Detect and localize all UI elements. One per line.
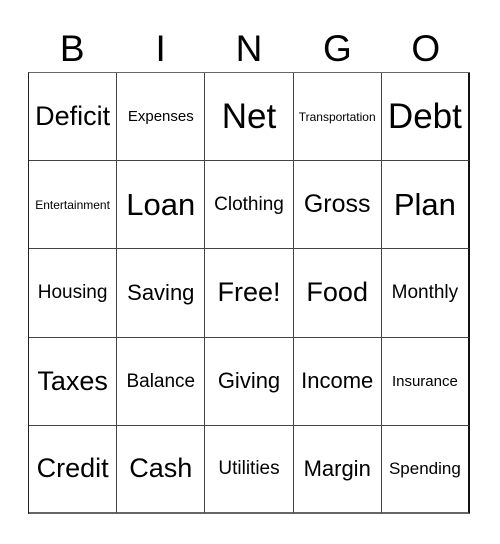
free-space-cell[interactable]: Free! (205, 249, 294, 338)
bingo-cell[interactable]: Taxes (29, 337, 118, 426)
header-letter-b: B (59, 27, 85, 69)
header-letter-o: O (411, 27, 441, 69)
bingo-cell[interactable]: Income (293, 337, 382, 426)
bingo-cell[interactable]: Entertainment (29, 161, 118, 250)
bingo-cell[interactable]: Gross (293, 161, 382, 250)
bingo-cell[interactable]: Giving (205, 337, 294, 426)
bingo-cell[interactable]: Debt (381, 73, 470, 162)
bingo-grid: Deficit Expenses Net Transportation Debt… (28, 72, 470, 514)
bingo-cell[interactable]: Plan (381, 161, 470, 250)
bingo-cell[interactable]: Balance (117, 337, 206, 426)
header-letter-i: I (155, 27, 166, 69)
bingo-cell[interactable]: Housing (29, 249, 118, 338)
bingo-cell[interactable]: Food (293, 249, 382, 338)
bingo-cell[interactable]: Utilities (205, 425, 294, 514)
bingo-cell[interactable]: Transportation (293, 73, 382, 162)
header-letter-g: G (323, 27, 352, 69)
bingo-cell[interactable]: Cash (117, 425, 206, 514)
bingo-cell[interactable]: Monthly (381, 249, 470, 338)
bingo-cell[interactable]: Deficit (29, 73, 118, 162)
bingo-cell[interactable]: Margin (293, 425, 382, 514)
bingo-cell[interactable]: Expenses (117, 73, 206, 162)
header-letter-n: N (235, 27, 263, 69)
bingo-cell[interactable]: Net (205, 73, 294, 162)
bingo-cell[interactable]: Credit (29, 425, 118, 514)
bingo-header: B I N G O (28, 24, 470, 72)
bingo-cell[interactable]: Saving (117, 249, 206, 338)
bingo-cell[interactable]: Spending (381, 425, 470, 514)
bingo-cell[interactable]: Clothing (205, 161, 294, 250)
bingo-cell[interactable]: Insurance (381, 337, 470, 426)
bingo-cell[interactable]: Loan (117, 161, 206, 250)
